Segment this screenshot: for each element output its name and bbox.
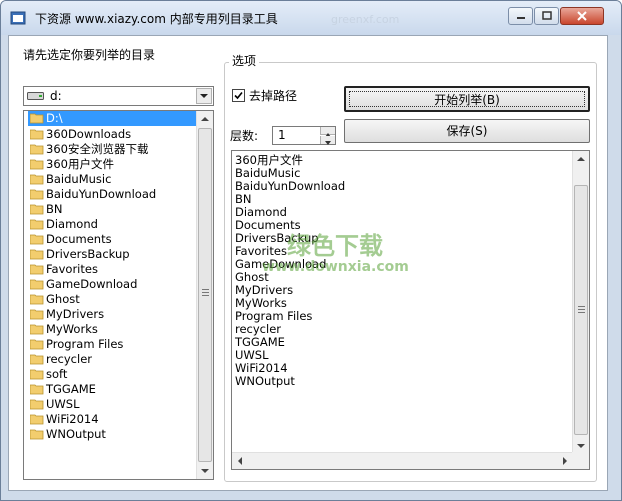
output-hscrollbar[interactable]	[232, 452, 573, 469]
close-icon	[577, 11, 587, 21]
focus-rect	[349, 91, 585, 107]
close-button[interactable]	[560, 7, 604, 25]
folder-icon	[30, 354, 44, 365]
folder-name: MyDrivers	[46, 307, 105, 321]
folder-icon	[30, 294, 44, 305]
stepper-up-button[interactable]	[320, 127, 335, 137]
directory-prompt: 请先选定你要列举的目录	[23, 48, 156, 62]
scroll-corner	[572, 452, 589, 469]
folder-icon	[30, 339, 44, 350]
drive-dropdown-arrow[interactable]	[196, 88, 212, 104]
folder-icon	[30, 234, 44, 245]
folder-icon	[30, 204, 44, 215]
save-label: 保存(S)	[446, 124, 488, 138]
folder-icon	[30, 129, 44, 140]
folder-name: BN	[46, 202, 63, 216]
folder-icon	[30, 399, 44, 410]
folder-name: GameDownload	[46, 277, 138, 291]
folder-name: WNOutput	[46, 427, 106, 441]
chevron-down-icon	[200, 94, 208, 98]
output-line: BaiduYunDownload	[235, 179, 346, 193]
minimize-button[interactable]	[508, 7, 533, 25]
folder-icon	[30, 384, 44, 395]
output-vscrollbar[interactable]	[572, 151, 589, 454]
folder-icon	[30, 144, 44, 155]
folder-name: UWSL	[46, 397, 80, 411]
watermark-text: 绿色下载	[287, 232, 383, 260]
folder-icon	[30, 159, 44, 170]
scroll-left-arrow-icon[interactable]	[232, 453, 248, 469]
folder-name: Documents	[46, 232, 112, 246]
start-list-button[interactable]: 开始列举(B)	[344, 86, 590, 112]
level-stepper[interactable]: 1	[272, 126, 336, 145]
maximize-icon	[541, 11, 552, 20]
folder-icon	[30, 369, 44, 380]
folder-icon	[30, 249, 44, 260]
folder-icon	[30, 279, 44, 290]
checkmark-icon	[234, 91, 243, 100]
directory-scrollbar[interactable]	[196, 111, 213, 479]
drive-value: d:	[50, 89, 62, 103]
scroll-down-arrow-icon[interactable]	[197, 463, 213, 479]
title-bar[interactable]: 下资源 www.xiazy.com 内部专用列目录工具 greenxf.com	[1, 1, 621, 35]
folder-icon	[30, 174, 44, 185]
minimize-icon	[516, 17, 525, 19]
save-button[interactable]: 保存(S)	[344, 119, 590, 143]
drive-icon	[27, 92, 44, 100]
remove-path-label[interactable]: 去掉路径	[249, 87, 297, 104]
folder-icon	[30, 189, 44, 200]
folder-name: recycler	[46, 352, 92, 366]
level-label: 层数:	[230, 129, 259, 143]
tree-root-item[interactable]: D:\	[28, 111, 202, 126]
window-title: 下资源 www.xiazy.com 内部专用列目录工具	[35, 12, 278, 26]
stepper-down-button[interactable]	[320, 136, 335, 145]
client-area: 请先选定你要列举的目录 d: D:\ 360Downloads 360安全浏览器…	[8, 35, 608, 491]
folder-name: BaiduYunDownload	[46, 187, 157, 201]
background-text: greenxf.com	[331, 13, 400, 26]
maximize-button[interactable]	[534, 7, 559, 25]
watermark-url: www.downxia.com	[262, 259, 409, 275]
output-textbox[interactable]: 360用户文件 BaiduMusic BaiduYunDownload BN Diamo…	[231, 150, 590, 470]
folder-name: MyWorks	[46, 322, 98, 336]
folder-name: BaiduMusic	[46, 172, 112, 186]
folder-name: 360Downloads	[46, 127, 132, 141]
remove-path-checkbox[interactable]	[232, 89, 245, 102]
folder-name: soft	[46, 367, 68, 381]
scroll-thumb[interactable]	[198, 128, 212, 462]
output-line: WNOutput	[235, 374, 295, 388]
folder-icon	[30, 324, 44, 335]
scroll-up-arrow-icon[interactable]	[197, 111, 213, 127]
drive-select[interactable]: d:	[23, 86, 214, 106]
folder-name: Diamond	[46, 217, 98, 231]
folder-name: Program Files	[46, 337, 124, 351]
folder-name: WiFi2014	[46, 412, 99, 426]
app-window: 下资源 www.xiazy.com 内部专用列目录工具 greenxf.com …	[0, 0, 622, 501]
folder-icon	[30, 264, 44, 275]
folder-name: 360安全浏览器下载	[46, 142, 149, 156]
directory-tree[interactable]: D:\ 360Downloads 360安全浏览器下载 360用户文件 BaiduMu…	[23, 110, 214, 480]
scroll-right-arrow-icon[interactable]	[557, 453, 573, 469]
folder-name: DriversBackup	[46, 247, 130, 261]
folder-icon	[30, 414, 44, 425]
open-folder-icon	[30, 113, 44, 124]
folder-icon	[30, 429, 44, 440]
caret-down-icon	[325, 141, 331, 145]
folder-icon	[30, 309, 44, 320]
folder-name: Ghost	[46, 292, 80, 306]
scroll-up-arrow-icon[interactable]	[573, 151, 589, 167]
options-group-title: 选项	[229, 52, 260, 69]
folder-name: 360用户文件	[46, 157, 114, 171]
tree-root-label: D:\	[46, 111, 63, 125]
app-icon	[10, 11, 26, 25]
folder-name: Favorites	[46, 262, 98, 276]
output-scroll-thumb[interactable]	[574, 185, 588, 435]
folder-icon	[30, 219, 44, 230]
level-value: 1	[278, 128, 286, 142]
folder-name: TGGAME	[46, 382, 96, 396]
